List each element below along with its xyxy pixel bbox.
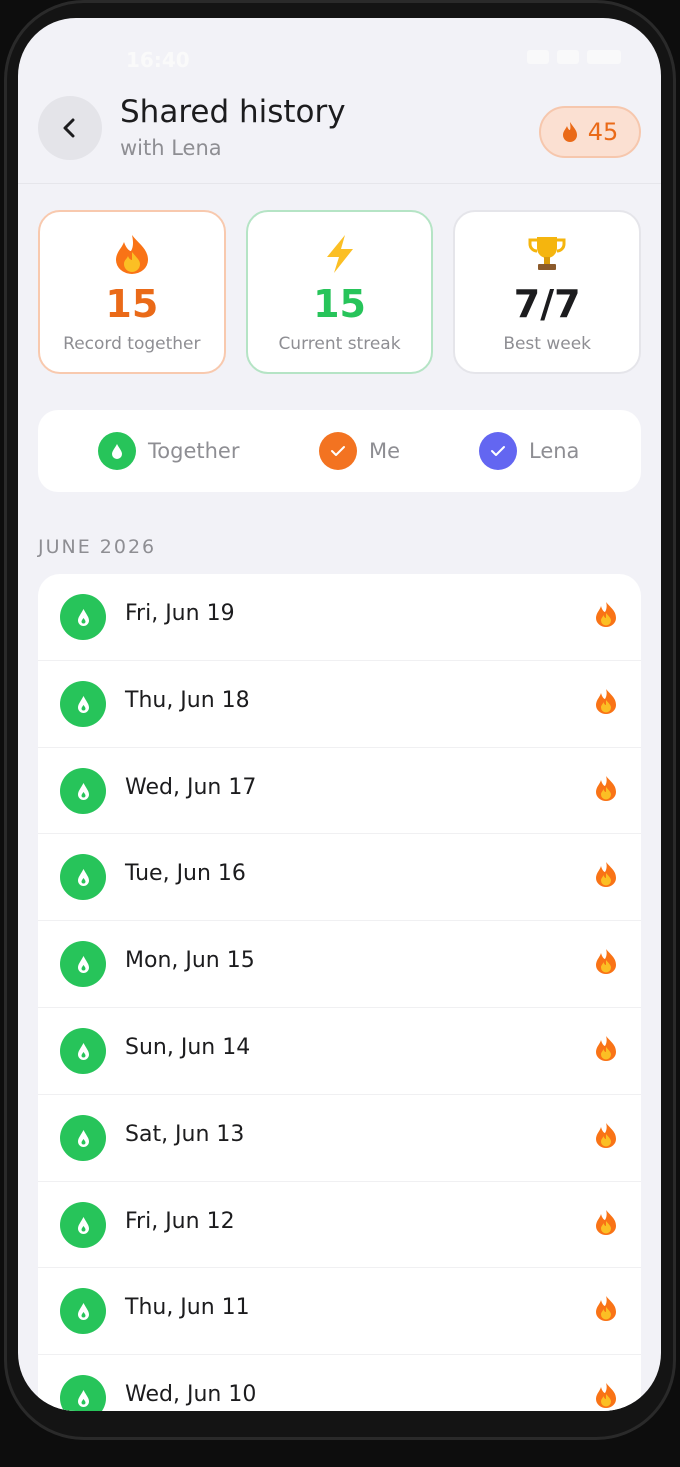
drop-icon [98,432,136,470]
status-time: 16:40 [126,48,190,72]
stat-value: 15 [105,282,159,326]
stats-row: 15 Record together 15 Current streak 7/7… [38,210,642,374]
stat-label: Best week [503,334,592,354]
flame-icon [595,688,617,718]
history-row[interactable]: Fri, Jun 19 [38,574,641,661]
app-screen: 16:40 Shared history with Lena 45 15 Rec… [18,18,661,1411]
drop-icon [60,767,106,814]
flame-icon [595,1382,617,1411]
stat-value: 15 [313,282,366,326]
drop-icon [60,1201,106,1248]
legend-item-together: Together [98,432,239,470]
streak-count: 45 [587,118,619,146]
wifi-icon [557,50,579,64]
history-row[interactable]: Thu, Jun 11 [38,1268,641,1356]
legend: Together Me Lena [38,410,641,492]
drop-icon [60,1114,106,1161]
history-date: Mon, Jun 15 [125,948,255,974]
history-date: Wed, Jun 10 [125,1382,257,1408]
history-list: Fri, Jun 19 Thu, Jun 18 Wed, Jun 17 Tue,… [38,574,641,1411]
signal-icon [527,50,549,64]
check-icon [319,432,357,470]
history-row[interactable]: Sat, Jun 13 [38,1095,641,1182]
drop-icon [60,1375,106,1411]
legend-label: Me [369,439,401,463]
stat-label: Current streak [278,334,401,354]
battery-icon [587,50,621,64]
status-icons [527,50,621,64]
stat-value: 7/7 [513,282,581,326]
flame-icon [595,775,617,805]
month-header: JUNE 2026 [38,536,157,558]
legend-item-lena: Lena [479,432,579,470]
stat-label: Record together [63,334,201,354]
flame-icon [595,1295,617,1325]
lightning-icon [323,232,357,276]
drop-icon [60,680,106,727]
trophy-icon [527,232,567,276]
history-date: Tue, Jun 16 [125,861,246,887]
history-date: Thu, Jun 18 [125,687,250,713]
check-icon [479,432,517,470]
drop-icon [60,594,106,640]
stat-card-record: 15 Record together [38,210,226,374]
history-date: Fri, Jun 19 [125,601,235,626]
legend-label: Together [148,439,240,463]
history-row[interactable]: Mon, Jun 15 [38,921,641,1008]
drop-icon [60,1027,106,1074]
flame-icon [595,601,617,631]
back-button[interactable] [38,96,102,160]
history-row[interactable]: Thu, Jun 18 [38,661,641,748]
status-bar: 16:40 [18,48,661,78]
history-row[interactable]: Wed, Jun 10 [38,1355,641,1411]
history-row[interactable]: Tue, Jun 16 [38,834,641,922]
page-title: Shared history [120,94,346,130]
page-subtitle: with Lena [120,136,222,160]
drop-icon [60,941,106,988]
history-date: Sun, Jun 14 [125,1034,251,1060]
flame-icon [562,122,577,142]
streak-badge[interactable]: 45 [539,106,641,158]
stat-card-current-streak: 15 Current streak [245,210,434,374]
flame-icon [595,1122,617,1152]
history-row[interactable]: Sun, Jun 14 [38,1008,641,1095]
drop-icon [60,854,106,901]
chevron-left-icon [63,118,75,138]
flame-icon [595,861,617,891]
history-date: Fri, Jun 12 [125,1208,235,1234]
flame-icon [595,1035,617,1065]
stat-card-best-week: 7/7 Best week [453,210,642,374]
flame-icon [115,232,149,276]
history-date: Sat, Jun 13 [125,1121,245,1147]
legend-label: Lena [529,439,580,463]
history-row[interactable]: Fri, Jun 12 [38,1182,641,1269]
history-date: Wed, Jun 17 [125,774,257,800]
header: Shared history with Lena 45 [18,94,661,184]
flame-icon [595,1209,617,1239]
history-date: Thu, Jun 11 [125,1295,250,1321]
phone-frame: 16:40 Shared history with Lena 45 15 Rec… [0,0,680,1467]
drop-icon [60,1288,106,1335]
flame-icon [595,948,617,978]
legend-item-me: Me [319,432,400,470]
history-row[interactable]: Wed, Jun 17 [38,748,641,835]
